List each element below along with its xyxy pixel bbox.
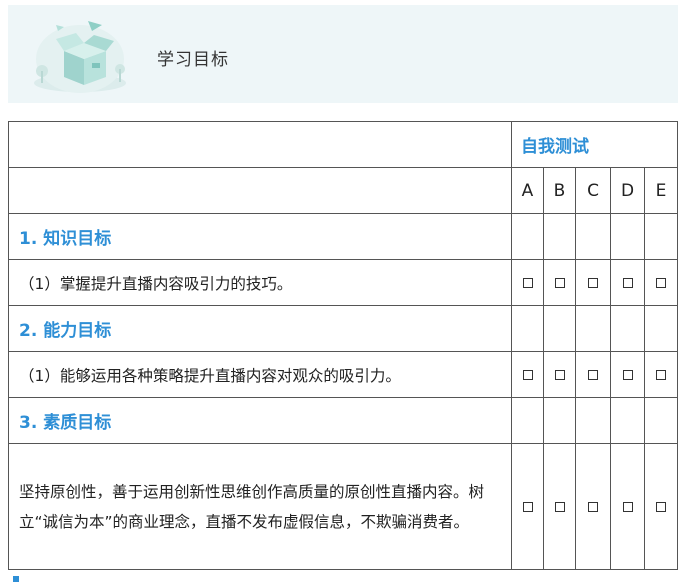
checkbox-b[interactable] [543,351,576,398]
checkbox-c[interactable] [575,443,611,570]
goals-table: 自我测试 A B C D E 1. 知识目标 （1）掌握提升直播内容吸引力的技巧… [8,121,679,570]
checkbox-c[interactable] [575,351,611,398]
goal-item-quality-1: 坚持原创性，善于运用创新性思维创作高质量的原创性直播内容。树立“诚信为本”的商业… [8,443,512,570]
empty-cell [610,213,645,260]
grade-letter-c: C [575,167,611,214]
checkbox-c[interactable] [575,259,611,306]
empty-cell [575,213,611,260]
grade-letter-a: A [511,167,544,214]
empty-cell [610,305,645,352]
section-heading-quality: 3. 素质目标 [8,397,512,444]
grade-letter-b: B [543,167,576,214]
learning-goals-banner: 学习目标 [8,5,678,103]
letters-blank-cell [8,167,512,214]
goal-item-ability-1: （1）能够运用各种策略提升直播内容对观众的吸引力。 [8,351,512,398]
empty-cell [643,397,679,444]
checkbox-d[interactable] [610,443,645,570]
checkbox-e[interactable] [643,259,679,306]
checkbox-a[interactable] [511,351,544,398]
goal-item-knowledge-1: （1）掌握提升直播内容吸引力的技巧。 [8,259,512,306]
checkbox-d[interactable] [610,259,645,306]
empty-cell [543,397,576,444]
empty-cell [643,305,679,352]
empty-cell [643,213,679,260]
checkbox-e[interactable] [643,351,679,398]
empty-cell [575,305,611,352]
empty-cell [610,397,645,444]
empty-cell [543,305,576,352]
header-blank-cell [8,121,512,168]
checkbox-d[interactable] [610,351,645,398]
empty-cell [511,397,544,444]
accent-marker [13,576,19,582]
empty-cell [511,305,544,352]
section-heading-ability: 2. 能力目标 [8,305,512,352]
checkbox-a[interactable] [511,443,544,570]
grade-letter-d: D [610,167,645,214]
checkbox-b[interactable] [543,443,576,570]
open-box-illustration-icon [34,21,126,93]
empty-cell [543,213,576,260]
checkbox-e[interactable] [643,443,679,570]
empty-cell [575,397,611,444]
self-test-header: 自我测试 [510,121,679,168]
checkbox-a[interactable] [511,259,544,306]
section-heading-knowledge: 1. 知识目标 [8,213,512,260]
grade-letter-e: E [643,167,679,214]
checkbox-b[interactable] [543,259,576,306]
banner-title: 学习目标 [157,50,229,70]
empty-cell [511,213,544,260]
